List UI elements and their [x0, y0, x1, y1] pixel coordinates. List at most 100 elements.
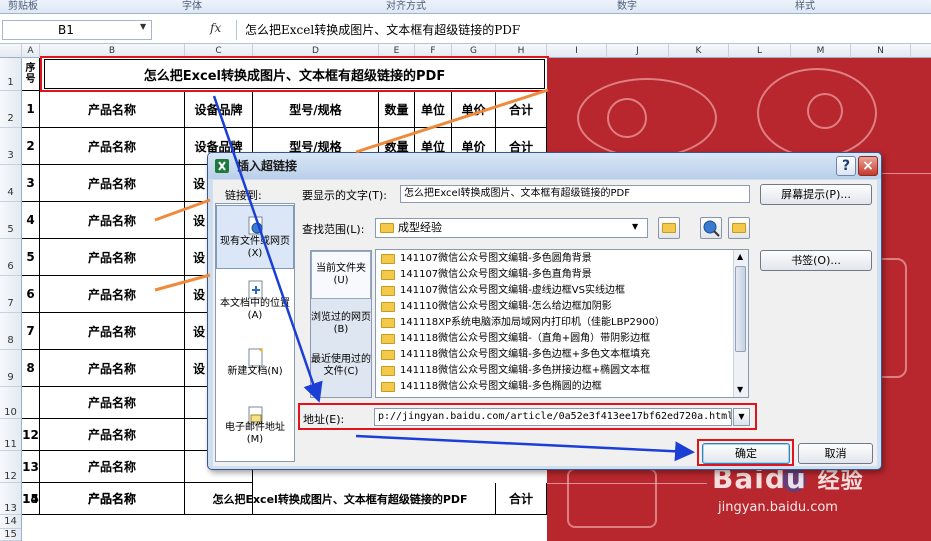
- cell-row-number[interactable]: 4: [22, 202, 40, 239]
- cell-product-name[interactable]: 产品名称: [40, 165, 185, 202]
- tab-browsed-pages[interactable]: 浏览过的网页(B): [311, 312, 371, 336]
- tab-recent-files[interactable]: 最近使用过的文件(C): [311, 354, 371, 378]
- list-item-label: 141118微信公众号图文编辑-多色边框+多色文本框填充: [400, 349, 651, 360]
- cell-total[interactable]: 合计: [496, 483, 547, 515]
- cell-row-number[interactable]: 5: [22, 239, 40, 276]
- link-to-new-document[interactable]: 新建文档(N): [217, 366, 293, 378]
- cell-total[interactable]: 合计: [496, 91, 547, 128]
- cell-row-number[interactable]: 7: [22, 313, 40, 350]
- cell-row-number[interactable]: 1: [22, 91, 40, 128]
- list-item[interactable]: 141118XP系统电脑添加局域网内打印机（佳能LBP2900）: [380, 315, 665, 331]
- open-folder-icon: [732, 223, 746, 233]
- list-item[interactable]: 141118微信公众号图文编辑-多色边框+多色文本框填充: [380, 347, 650, 363]
- help-button[interactable]: ?: [836, 156, 856, 176]
- cell-product-name[interactable]: 产品名称: [40, 239, 185, 276]
- link-to-existing-file[interactable]: 现有文件或网页(X): [217, 236, 293, 260]
- decor-shape: [567, 468, 657, 528]
- function-icon[interactable]: fx: [210, 21, 221, 35]
- list-item[interactable]: 141107微信公众号图文编辑-多色圆角背景: [380, 251, 592, 267]
- cell-merged-title[interactable]: 怎么把Excel转换成图片、文本框有超级链接的PDF: [185, 483, 496, 515]
- col-header-i[interactable]: I: [547, 44, 607, 58]
- bookmark-button[interactable]: 书签(O)...: [760, 250, 872, 271]
- cell-product-name[interactable]: 产品名称: [40, 91, 185, 128]
- list-item[interactable]: 141118微信公众号图文编辑-（直角+圆角）带阴影边框: [380, 331, 650, 347]
- cell-row-number[interactable]: [22, 387, 40, 419]
- cell-row-number[interactable]: 3: [22, 165, 40, 202]
- select-all-corner[interactable]: [0, 44, 22, 58]
- decor-shape: [807, 93, 843, 129]
- cell-unit-price[interactable]: 单价: [452, 91, 496, 128]
- row-header-10[interactable]: 10: [0, 387, 21, 419]
- row-header-9[interactable]: 9: [0, 350, 21, 387]
- browse-web-button[interactable]: [700, 217, 722, 239]
- row-header-8[interactable]: 8: [0, 313, 21, 350]
- cell-product-name[interactable]: 产品名称: [40, 350, 185, 387]
- cell-row-number[interactable]: 15: [22, 483, 40, 515]
- scroll-down-icon[interactable]: ▼: [737, 385, 743, 394]
- cell-brand[interactable]: 设备品牌: [185, 91, 253, 128]
- cell-product-name[interactable]: 产品名称: [40, 483, 185, 515]
- cancel-button[interactable]: 取消: [798, 443, 873, 464]
- row-header-7[interactable]: 7: [0, 276, 21, 313]
- ribbon-group-font: 字体: [182, 1, 202, 12]
- row-header-14[interactable]: 14: [0, 515, 21, 529]
- ribbon-group-number: 数字: [617, 1, 637, 12]
- dialog-titlebar[interactable]: [208, 153, 881, 179]
- cell-quantity[interactable]: 数量: [379, 91, 415, 128]
- list-item[interactable]: 141110微信公众号图文编辑-怎么给边框加阴影: [380, 299, 612, 315]
- screentip-button[interactable]: 屏幕提示(P)...: [760, 184, 872, 205]
- row-header-13[interactable]: 13: [0, 483, 21, 515]
- row-header-4[interactable]: 4: [0, 165, 21, 202]
- cell-a1[interactable]: 序号: [22, 58, 40, 91]
- look-in-select[interactable]: 成型经验: [375, 218, 648, 238]
- tab-current-folder[interactable]: 当前文件夹(U): [311, 263, 371, 287]
- list-item[interactable]: 141107微信公众号图文编辑-多色直角背景: [380, 267, 592, 283]
- row-header-6[interactable]: 6: [0, 239, 21, 276]
- folder-icon: [381, 350, 395, 360]
- cell-row-number[interactable]: 12: [22, 419, 40, 451]
- cell-product-name[interactable]: 产品名称: [40, 276, 185, 313]
- scroll-up-icon[interactable]: ▲: [737, 252, 743, 261]
- col-header-j[interactable]: J: [607, 44, 669, 58]
- chevron-down-icon[interactable]: ▼: [140, 22, 146, 31]
- watermark-url: jingyan.baidu.com: [718, 500, 838, 515]
- chevron-down-icon[interactable]: ▼: [632, 222, 638, 231]
- col-header-l[interactable]: L: [729, 44, 791, 58]
- row-header-3[interactable]: 3: [0, 128, 21, 165]
- scrollbar-thumb[interactable]: [735, 266, 746, 352]
- cell-product-name[interactable]: 产品名称: [40, 387, 185, 419]
- row-header-1[interactable]: 1: [0, 58, 21, 91]
- row-header-5[interactable]: 5: [0, 202, 21, 239]
- cell-product-name[interactable]: 产品名称: [40, 313, 185, 350]
- decor-shape: [577, 78, 717, 158]
- row-header-2[interactable]: 2: [0, 91, 21, 128]
- name-box[interactable]: B1: [2, 20, 152, 40]
- col-header-a[interactable]: A: [22, 44, 40, 58]
- col-header-m[interactable]: M: [791, 44, 851, 58]
- col-header-k[interactable]: K: [669, 44, 729, 58]
- cell-unit[interactable]: 单位: [415, 91, 452, 128]
- cell-row-number[interactable]: 13: [22, 451, 40, 483]
- up-folder-button[interactable]: [658, 217, 680, 239]
- list-item[interactable]: 141107微信公众号图文编辑-虚线边框VS实线边框: [380, 283, 625, 299]
- cell-product-name[interactable]: 产品名称: [40, 419, 185, 451]
- row-header-15[interactable]: 15: [0, 529, 21, 541]
- cell-product-name[interactable]: 产品名称: [40, 451, 185, 483]
- cell-model[interactable]: 型号/规格: [253, 91, 379, 128]
- link-to-email-address[interactable]: 电子邮件地址(M): [217, 422, 293, 446]
- text-to-display-input[interactable]: 怎么把Excel转换成图片、文本框有超级链接的PDF: [400, 185, 750, 203]
- cell-row-number[interactable]: 8: [22, 350, 40, 387]
- link-to-place-in-document[interactable]: 本文档中的位置(A): [217, 298, 293, 322]
- row-header-11[interactable]: 11: [0, 419, 21, 451]
- formula-input[interactable]: 怎么把Excel转换成图片、文本框有超级链接的PDF: [236, 20, 930, 40]
- cell-row-number[interactable]: 6: [22, 276, 40, 313]
- list-item[interactable]: 141118微信公众号图文编辑-多色拼接边框+椭圆文本框: [380, 363, 650, 379]
- row-header-12[interactable]: 12: [0, 451, 21, 483]
- cell-product-name[interactable]: 产品名称: [40, 202, 185, 239]
- col-header-n[interactable]: N: [851, 44, 911, 58]
- browse-file-button[interactable]: [728, 217, 750, 239]
- list-item[interactable]: 141118微信公众号图文编辑-多色椭圆的边框: [380, 379, 602, 395]
- cell-row-number[interactable]: 2: [22, 128, 40, 165]
- close-button[interactable]: ×: [858, 156, 878, 176]
- cell-product-name[interactable]: 产品名称: [40, 128, 185, 165]
